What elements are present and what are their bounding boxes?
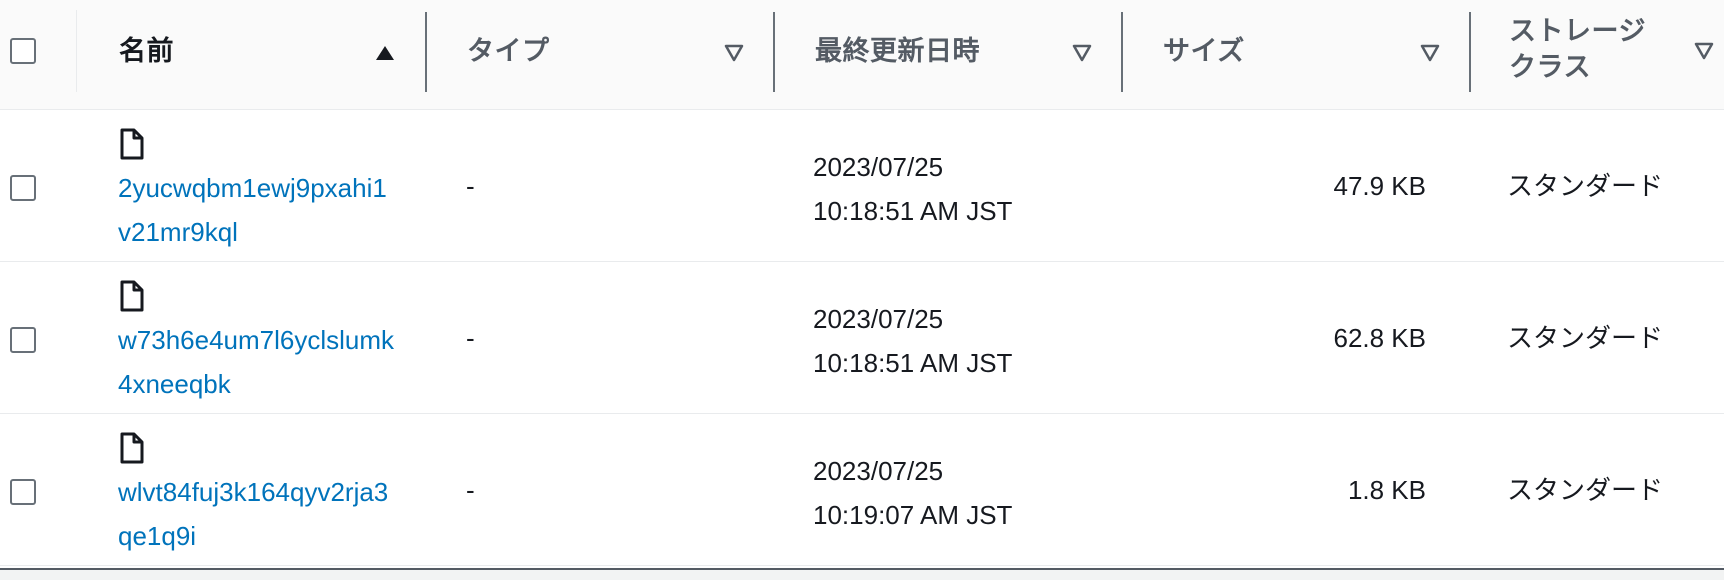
table-row[interactable]: 2yucwqbm1ewj9pxahi1v21mr9kql - 2023/07/2…	[0, 110, 1724, 262]
column-header-type[interactable]: タイプ	[427, 0, 775, 110]
caret-down-outline-icon[interactable]	[723, 42, 745, 64]
column-header-last-modified[interactable]: 最終更新日時	[775, 0, 1123, 110]
caret-down-outline-icon[interactable]	[1071, 42, 1093, 64]
row-checkbox[interactable]	[10, 327, 36, 353]
object-size: 1.8 KB	[1347, 475, 1426, 505]
storage-class: スタンダード	[1507, 323, 1664, 353]
table-row[interactable]: wlvt84fuj3k164qyv2rja3qe1q9i - 2023/07/2…	[0, 414, 1724, 566]
column-header-label: ストレージクラス	[1509, 16, 1646, 82]
row-checkbox[interactable]	[10, 479, 36, 505]
caret-down-outline-icon[interactable]	[1693, 40, 1715, 62]
objects-table: 名前 タイプ 最終更新日時 サイズ ストレージクラス 2yucwqbm1ewj9…	[0, 0, 1724, 580]
table-header: 名前 タイプ 最終更新日時 サイズ ストレージクラス	[0, 0, 1724, 110]
object-type: -	[466, 323, 475, 353]
object-name-link[interactable]: 2yucwqbm1ewj9pxahi1v21mr9kql	[118, 166, 398, 254]
column-header-name[interactable]: 名前	[77, 0, 427, 110]
object-name-link[interactable]: wlvt84fuj3k164qyv2rja3qe1q9i	[118, 470, 398, 558]
object-name-link[interactable]: w73h6e4um7l6yclslumk4xneeqbk	[118, 318, 398, 406]
last-modified-time: 10:18:51 AM JST	[813, 196, 1013, 226]
caret-down-outline-icon[interactable]	[1419, 42, 1441, 64]
row-checkbox[interactable]	[10, 175, 36, 201]
last-modified-date: 2023/07/25	[813, 456, 944, 486]
file-icon	[120, 432, 144, 464]
object-type: -	[466, 475, 475, 505]
last-modified-date: 2023/07/25	[813, 152, 944, 182]
column-header-label: 名前	[119, 36, 174, 66]
column-header-label: タイプ	[467, 36, 550, 66]
object-size: 47.9 KB	[1333, 171, 1426, 201]
select-all-checkbox[interactable]	[10, 38, 36, 64]
table-row[interactable]: w73h6e4um7l6yclslumk4xneeqbk - 2023/07/2…	[0, 262, 1724, 414]
file-icon	[120, 128, 144, 160]
caret-up-filled-icon[interactable]	[374, 42, 396, 64]
last-modified-date: 2023/07/25	[813, 304, 944, 334]
storage-class: スタンダード	[1507, 171, 1664, 201]
column-header-label: 最終更新日時	[815, 36, 980, 66]
table-footer-edge	[0, 568, 1724, 580]
object-type: -	[466, 171, 475, 201]
object-size: 62.8 KB	[1333, 323, 1426, 353]
last-modified-time: 10:18:51 AM JST	[813, 348, 1013, 378]
storage-class: スタンダード	[1507, 475, 1664, 505]
column-header-label: サイズ	[1163, 36, 1245, 66]
file-icon	[120, 280, 144, 312]
column-header-storage-class[interactable]: ストレージクラス	[1471, 0, 1724, 110]
column-header-size[interactable]: サイズ	[1123, 0, 1471, 110]
last-modified-time: 10:19:07 AM JST	[813, 500, 1013, 530]
